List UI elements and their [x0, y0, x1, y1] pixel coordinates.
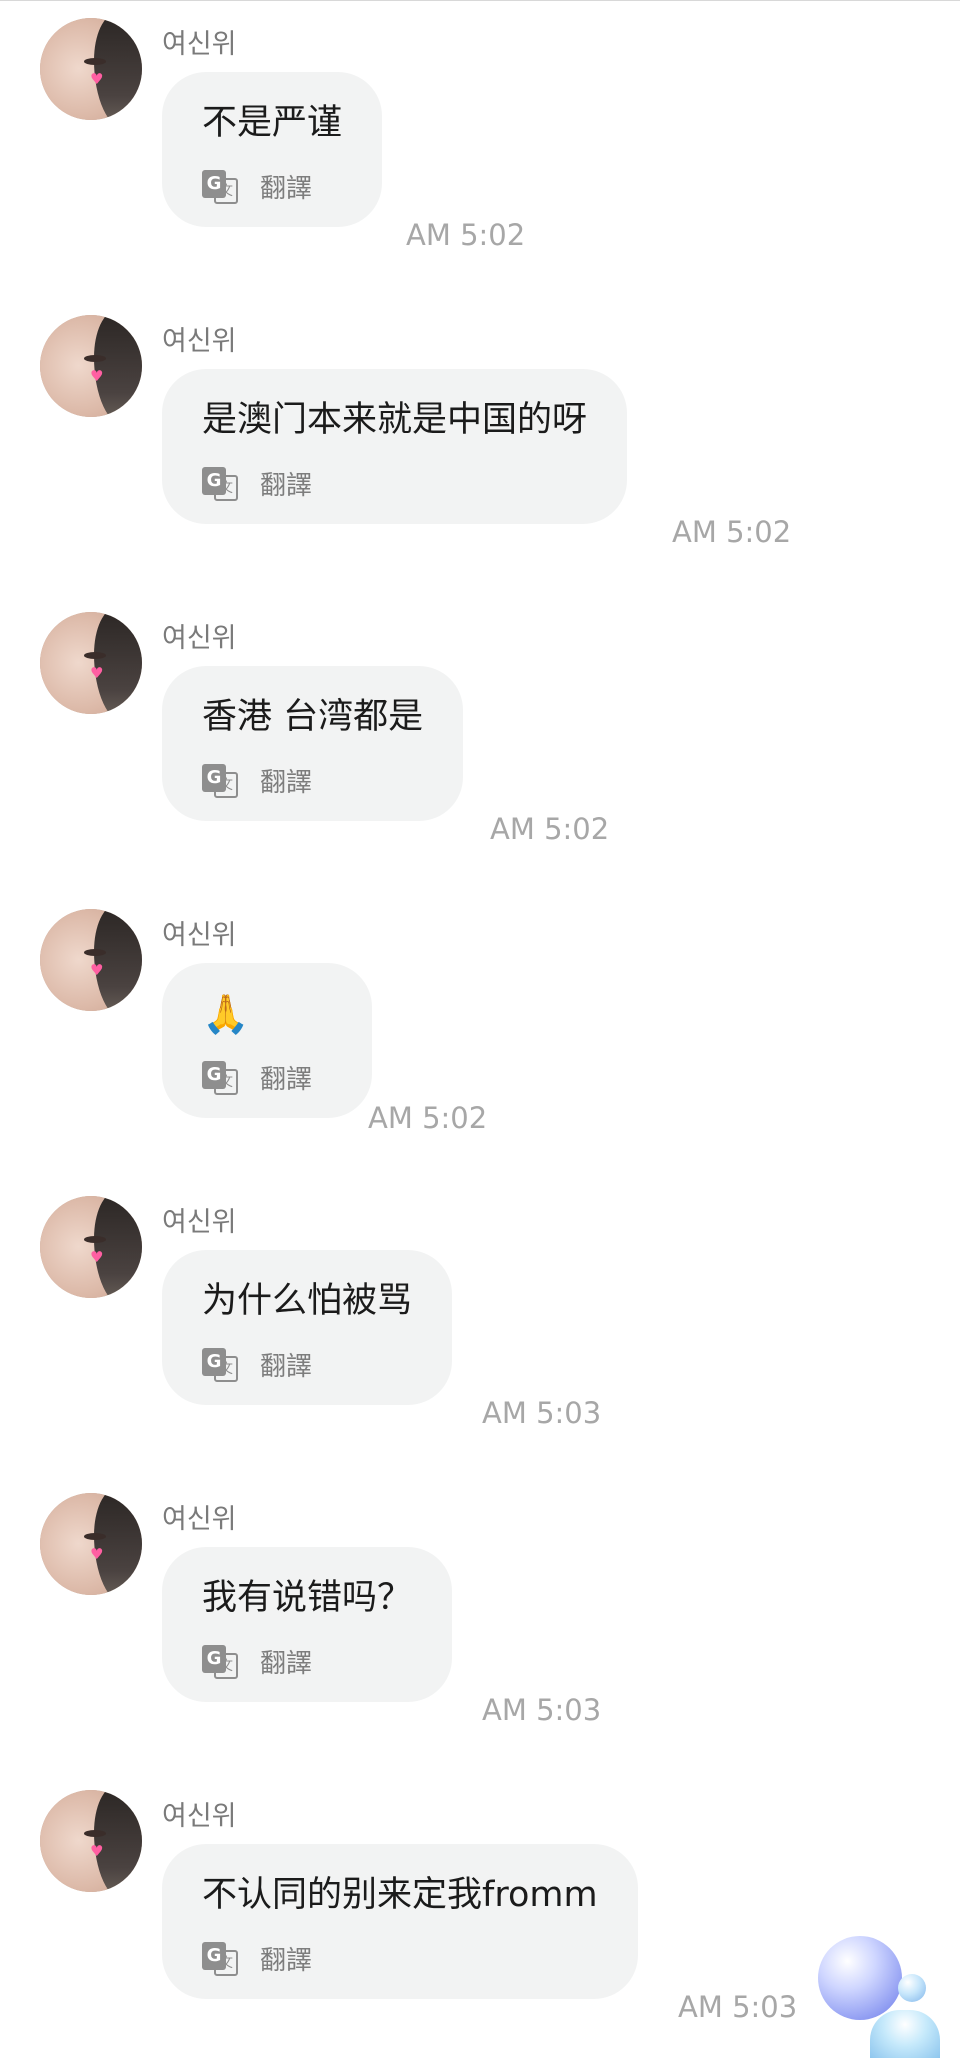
message-bubble[interactable]: 是澳门本来就是中国的呀 文G 翻譯: [162, 369, 628, 524]
message-text: 不是严谨: [202, 103, 343, 143]
folded-hands-emoji: 🙏: [202, 992, 250, 1036]
sender-name: 여신위: [162, 1207, 237, 1238]
message-bubble[interactable]: 香港 台湾都是 文G 翻譯: [162, 666, 464, 821]
message-timestamp: AM 5:02: [672, 515, 792, 549]
sender-avatar[interactable]: ♥: [40, 1493, 142, 1595]
message-bubble[interactable]: 🙏 文G 翻譯: [162, 963, 372, 1118]
google-translate-icon: 文G: [202, 1060, 238, 1095]
message-bubble[interactable]: 不认同的别来定我fromm 文G 翻譯: [162, 1844, 638, 1999]
sender-avatar[interactable]: ♥: [40, 909, 142, 1011]
translate-label: 翻譯: [260, 1352, 313, 1382]
message-timestamp: AM 5:02: [368, 1101, 488, 1135]
sender-name: 여신위: [162, 1801, 237, 1832]
message-timestamp: AM 5:03: [678, 1990, 798, 2024]
message-text: 为什么怕被骂: [202, 1281, 413, 1321]
sender-avatar[interactable]: ♥: [40, 612, 142, 714]
google-translate-icon: 文G: [202, 763, 238, 798]
translate-button[interactable]: 文G 翻譯: [202, 465, 587, 502]
chat-thread: ♥ 여신위 不是严谨 文G 翻譯 AM 5:02 ♥ 여신위 是澳门本来就是中国…: [0, 0, 960, 2058]
message-row: ♥ 여신위 不是严谨 文G 翻譯 AM 5:02: [0, 0, 960, 260]
message-bubble[interactable]: 我有说错吗？ 文G 翻譯: [162, 1547, 453, 1702]
floating-assistant-orb-icon[interactable]: [812, 1936, 952, 2058]
sender-name: 여신위: [162, 326, 237, 357]
sender-avatar[interactable]: ♥: [40, 315, 142, 417]
message-row: ♥ 여신위 🙏 文G 翻譯 AM 5:02: [0, 891, 960, 1151]
message-text: 香港 台湾都是: [202, 697, 424, 737]
sender-name: 여신위: [162, 29, 237, 60]
translate-button[interactable]: 文G 翻譯: [202, 1940, 598, 1977]
sender-name: 여신위: [162, 920, 237, 951]
message-bubble[interactable]: 为什么怕被骂 文G 翻譯: [162, 1250, 453, 1405]
google-translate-icon: 文G: [202, 169, 238, 204]
message-timestamp: AM 5:02: [406, 218, 526, 252]
message-timestamp: AM 5:02: [490, 812, 610, 846]
message-text: 是澳门本来就是中国的呀: [202, 400, 588, 440]
google-translate-icon: 文G: [202, 1941, 238, 1976]
message-row: ♥ 여신위 我有说错吗？ 文G 翻譯 AM 5:03: [0, 1475, 960, 1735]
translate-button[interactable]: 文G 翻譯: [202, 762, 423, 799]
translate-label: 翻譯: [260, 174, 313, 204]
message-row: ♥ 여신위 为什么怕被骂 文G 翻譯 AM 5:03: [0, 1178, 960, 1438]
translate-label: 翻譯: [260, 1649, 313, 1679]
message-row: ♥ 여신위 香港 台湾都是 文G 翻譯 AM 5:02: [0, 594, 960, 854]
translate-label: 翻譯: [260, 1946, 313, 1976]
message-timestamp: AM 5:03: [482, 1693, 602, 1727]
message-row: ♥ 여신위 是澳门本来就是中国的呀 文G 翻譯 AM 5:02: [0, 297, 960, 557]
translate-label: 翻譯: [260, 1065, 313, 1095]
sender-name: 여신위: [162, 1504, 237, 1535]
google-translate-icon: 文G: [202, 1644, 238, 1679]
google-translate-icon: 文G: [202, 1347, 238, 1382]
message-text: 不认同的别来定我fromm: [202, 1875, 598, 1915]
sender-avatar[interactable]: ♥: [40, 1790, 142, 1892]
google-translate-icon: 文G: [202, 466, 238, 501]
sender-avatar[interactable]: ♥: [40, 1196, 142, 1298]
message-timestamp: AM 5:03: [482, 1396, 602, 1430]
sender-name: 여신위: [162, 623, 237, 654]
message-text: 我有说错吗？: [202, 1578, 413, 1618]
translate-label: 翻譯: [260, 471, 313, 501]
translate-button[interactable]: 文G 翻譯: [202, 168, 342, 205]
message-bubble[interactable]: 不是严谨 文G 翻譯: [162, 72, 383, 227]
sender-avatar[interactable]: ♥: [40, 18, 142, 120]
translate-button[interactable]: 文G 翻譯: [202, 1059, 332, 1096]
translate-label: 翻譯: [260, 768, 313, 798]
translate-button[interactable]: 文G 翻譯: [202, 1643, 412, 1680]
translate-button[interactable]: 文G 翻譯: [202, 1346, 412, 1383]
